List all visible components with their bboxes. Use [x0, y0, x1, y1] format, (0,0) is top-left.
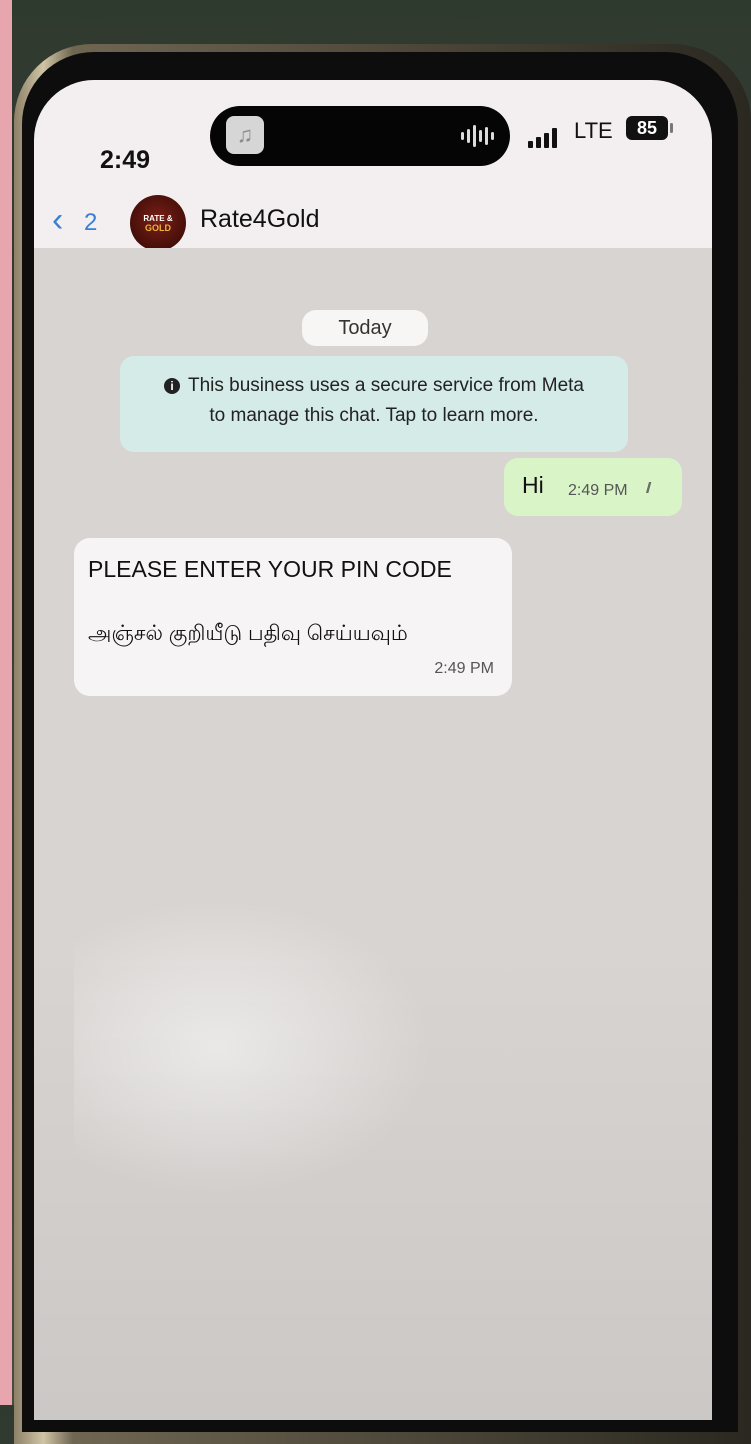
message-time: 2:49 PM [434, 660, 494, 677]
background-edge [0, 0, 12, 1405]
encryption-info-banner[interactable]: i This business uses a secure service fro… [120, 356, 628, 452]
avatar[interactable]: RATE & GOLD [130, 195, 186, 251]
date-separator: Today [302, 310, 428, 346]
info-banner-line2: to manage this chat. Tap to learn more. [209, 405, 539, 426]
read-receipt-icon: // [646, 480, 652, 497]
message-text-english: PLEASE ENTER YOUR PIN CODE [88, 556, 452, 582]
chat-area[interactable]: Today i This business uses a secure servi… [34, 248, 712, 1420]
chat-header: ‹ 2 RATE & GOLD Rate4Gold [34, 195, 712, 251]
dynamic-island[interactable]: ♫ [210, 106, 510, 166]
screen-glare [74, 898, 434, 1198]
audio-wave-icon [461, 122, 494, 150]
avatar-text-top: RATE & [143, 213, 173, 223]
back-unread-count[interactable]: 2 [84, 209, 97, 237]
signal-icon [528, 128, 557, 148]
message-bubble-outgoing[interactable]: Hi 2:49 PM // [504, 458, 682, 516]
contact-name[interactable]: Rate4Gold [200, 205, 320, 234]
info-banner-text1: This business uses a secure service from… [188, 375, 584, 396]
message-text: Hi [522, 472, 544, 498]
info-icon: i [164, 377, 180, 394]
music-note-icon: ♫ [226, 116, 264, 154]
network-type: LTE [574, 118, 613, 143]
status-time: 2:49 [100, 146, 151, 174]
info-banner-line1: i This business uses a secure service fro… [120, 372, 628, 400]
screen-shadow [34, 948, 712, 1420]
message-text-tamil: அஞ்சல் குறியீடு பதிவு செய்யவும் [88, 622, 408, 645]
avatar-text-bottom: GOLD [145, 222, 171, 233]
phone-screen: 2:49 ♫ LTE 85 ‹ 2 RATE & GOLD Rate4Gold … [34, 80, 712, 1420]
status-bar: 2:49 ♫ LTE 85 [34, 80, 712, 200]
back-chevron-icon[interactable]: ‹ [52, 201, 63, 240]
message-bubble-incoming[interactable]: PLEASE ENTER YOUR PIN CODE அஞ்சல் குறியீ… [74, 538, 512, 696]
battery-tip [670, 123, 673, 133]
battery-icon: 85 [626, 116, 668, 140]
message-time: 2:49 PM [568, 482, 628, 499]
